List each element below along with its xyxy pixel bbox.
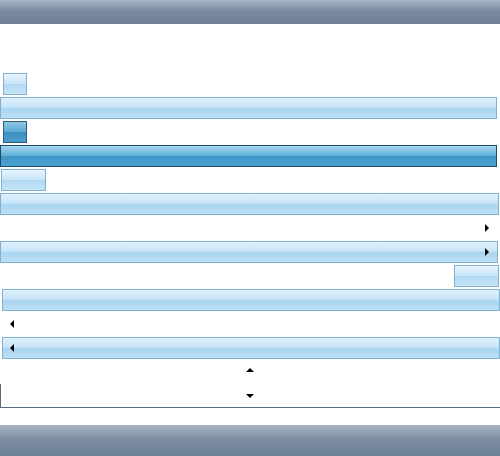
light-wide-button[interactable]: [1, 169, 46, 191]
arrow-down-icon[interactable]: [246, 394, 254, 398]
arrow-right-icon[interactable]: [485, 248, 489, 256]
light-square-button[interactable]: [3, 73, 27, 95]
light-track-bar[interactable]: [0, 97, 497, 119]
dark-selected-bar[interactable]: [0, 145, 497, 167]
status-text: [0, 430, 6, 443]
scroll-right-bar[interactable]: [0, 241, 498, 263]
light-right-button[interactable]: [454, 265, 499, 287]
arrow-left-icon[interactable]: [10, 344, 14, 352]
arrow-right-icon[interactable]: [485, 224, 489, 232]
window-title: [0, 5, 6, 18]
dark-square-button[interactable]: [3, 121, 27, 143]
arrow-left-icon[interactable]: [10, 320, 14, 328]
title-bar: [0, 0, 500, 24]
arrow-up-icon[interactable]: [246, 368, 254, 372]
scroll-left-bar[interactable]: [2, 337, 500, 359]
light-full-bar[interactable]: [0, 193, 499, 215]
light-lower-bar[interactable]: [2, 289, 500, 311]
status-bar: [0, 425, 500, 456]
